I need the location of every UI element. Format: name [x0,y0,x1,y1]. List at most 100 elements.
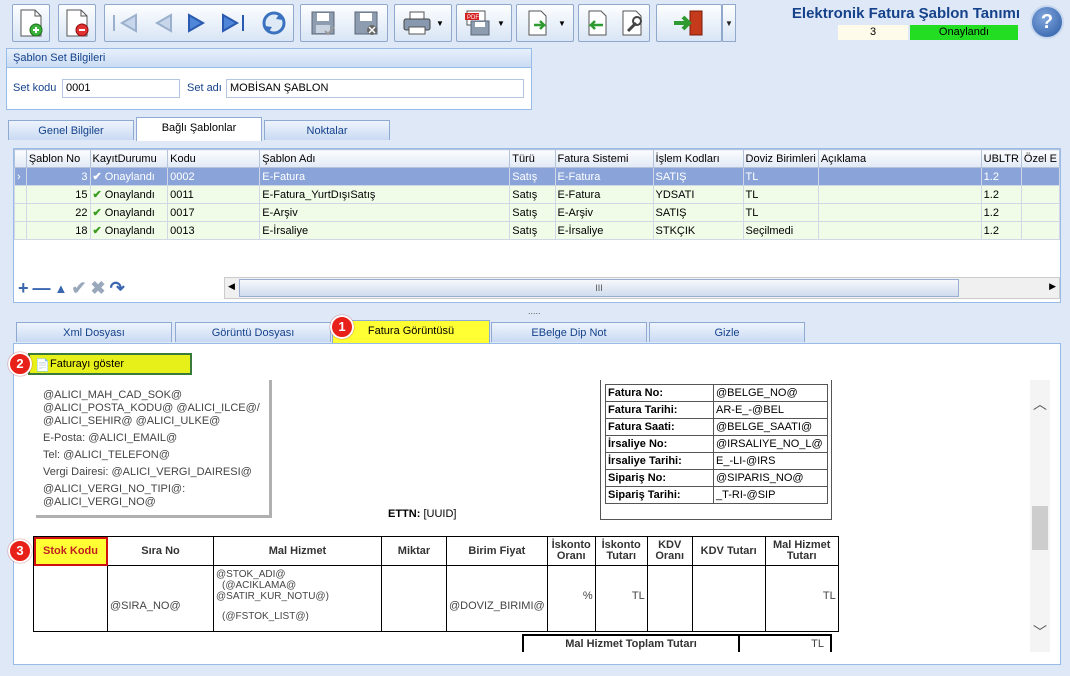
cell-system[interactable]: E-Arşiv [554,203,654,222]
print-button[interactable]: ▼ [394,4,452,42]
cell-no[interactable]: 18 [25,221,91,240]
col-sablon-adi[interactable]: Şablon Adı [259,149,511,168]
cell-code[interactable]: 0011 [167,185,261,204]
table-row[interactable]: 18 ✔ Onaylandı 0013 E-İrsaliye Satış E-İr… [14,221,1060,240]
col-kayit-durumu[interactable]: KayıtDurumu [89,149,169,168]
col-kodu[interactable]: Kodu [167,149,261,168]
cell-status[interactable]: ✔ Onaylandı [89,203,169,222]
cancel-icon[interactable]: ✖ [90,278,105,299]
cell-name[interactable]: E-İrsaliye [259,221,511,240]
exit-dropdown-button[interactable]: ▼ [722,4,736,42]
tab-bagli-sablonlar[interactable]: Bağlı Şablonlar [136,117,262,141]
help-button[interactable]: ? [1030,5,1064,39]
cell-name[interactable]: E-Fatura_YurtDışıSatış [259,185,511,204]
col-sablon-no[interactable]: Şablon No [25,149,91,168]
cell-type[interactable]: Satış [509,203,556,222]
cell-currency[interactable]: TL [742,203,819,222]
tab-noktalar[interactable]: Noktalar [264,120,390,140]
last-record-button[interactable] [219,11,249,35]
settings-button[interactable] [618,9,646,37]
move-up-icon[interactable]: ▲ [55,281,68,296]
table-row[interactable]: 22 ✔ Onaylandı 0017 E-Arşiv Satış E-Arşiv… [14,203,1060,222]
cell-currency[interactable]: Seçilmedi [742,221,819,240]
refresh-button[interactable] [260,9,288,37]
first-record-button[interactable] [110,11,140,35]
scroll-up-icon[interactable]: ︿ [1033,394,1047,414]
cell-no[interactable]: 15 [25,185,91,204]
col-aciklama[interactable]: Açıklama [817,149,982,168]
cell-code[interactable]: 0013 [167,221,261,240]
splitter-grip[interactable]: ..... [528,306,541,316]
col-ubltr[interactable]: UBLTR [980,149,1022,168]
cell-type[interactable]: Satış [509,167,556,186]
col-islem-kodlari[interactable]: İşlem Kodları [652,149,744,168]
col-turu[interactable]: Türü [509,149,556,168]
cell-op[interactable]: STKÇIK [652,221,744,240]
pdf-export-button[interactable]: PDF ▼ [456,4,512,42]
preview-vertical-scrollbar[interactable]: ︿ ﹀ [1030,380,1050,652]
cell-ubl[interactable]: 1.2 [980,221,1022,240]
cell-code[interactable]: 0017 [167,203,261,222]
cell-no[interactable]: 3 [25,167,91,186]
set-code-field[interactable]: 0001 [62,79,180,98]
col-ozel[interactable]: Özel E [1020,149,1060,168]
cell-ozel[interactable] [1020,203,1060,222]
cancel-save-button[interactable] [352,9,380,37]
cell-op[interactable]: YDSATI [652,185,744,204]
cell-currency[interactable]: TL [742,167,819,186]
exit-button[interactable] [656,4,722,42]
import-button[interactable] [583,9,611,37]
add-row-icon[interactable]: + [18,278,29,299]
cell-type[interactable]: Satış [509,185,556,204]
export-button[interactable]: ▼ [516,4,574,42]
col-doviz-birimleri[interactable]: Doviz Birimleri [742,149,819,168]
cell-desc[interactable] [817,203,982,222]
cell-system[interactable]: E-Fatura [554,167,654,186]
save-button[interactable] [309,9,337,37]
cell-ubl[interactable]: 1.2 [980,185,1022,204]
cell-ozel[interactable] [1020,167,1060,186]
cell-status[interactable]: ✔ Onaylandı [89,167,169,186]
tab-goruntu-dosyasi[interactable]: Görüntü Dosyası [175,322,331,342]
tab-genel-bilgiler[interactable]: Genel Bilgiler [8,120,134,140]
cell-op[interactable]: SATIŞ [652,203,744,222]
cell-status[interactable]: ✔ Onaylandı [89,221,169,240]
cell-status[interactable]: ✔ Onaylandı [89,185,169,204]
cell-type[interactable]: Satış [509,221,556,240]
scroll-thumb[interactable]: III [239,279,959,297]
cell-system[interactable]: E-Fatura [554,185,654,204]
cell-code[interactable]: 0002 [167,167,261,186]
new-button[interactable] [12,4,50,42]
delete-button[interactable] [58,4,96,42]
cell-desc[interactable] [817,221,982,240]
tab-ebelge-dip-not[interactable]: EBelge Dip Not [491,322,647,342]
cell-desc[interactable] [817,167,982,186]
confirm-icon[interactable]: ✔ [71,278,86,299]
show-invoice-button[interactable]: 📄 Faturayı göster [28,353,192,375]
scroll-left-icon[interactable]: ◀ [228,281,235,292]
tab-fatura-goruntusu[interactable]: Fatura Görüntüsü [332,320,490,343]
table-row[interactable]: 15 ✔ Onaylandı 0011 E-Fatura_YurtDışıSatı… [14,185,1060,204]
table-row[interactable]: › 3 ✔ Onaylandı 0002 E-Fatura Satış E-Fat… [14,167,1060,186]
cell-system[interactable]: E-İrsaliye [554,221,654,240]
cell-desc[interactable] [817,185,982,204]
cell-ubl[interactable]: 1.2 [980,167,1022,186]
previous-record-button[interactable] [151,11,175,35]
cell-name[interactable]: E-Arşiv [259,203,511,222]
cell-name[interactable]: E-Fatura [259,167,511,186]
scroll-right-icon[interactable]: ▶ [1049,281,1056,292]
cell-ubl[interactable]: 1.2 [980,203,1022,222]
cell-op[interactable]: SATIŞ [652,167,744,186]
tab-xml-dosyasi[interactable]: Xml Dosyası [16,322,172,342]
remove-row-icon[interactable]: — [33,278,51,299]
scroll-thumb[interactable] [1032,506,1048,550]
scroll-down-icon[interactable]: ﹀ [1033,622,1047,642]
set-name-field[interactable]: MOBİSAN ŞABLON [226,79,524,98]
col-fatura-sistemi[interactable]: Fatura Sistemi [554,149,654,168]
next-record-button[interactable] [185,11,209,35]
cell-ozel[interactable] [1020,221,1060,240]
undo-icon[interactable]: ↷ [110,278,125,299]
tab-gizle[interactable]: Gizle [649,322,805,342]
cell-ozel[interactable] [1020,185,1060,204]
grid-horizontal-scrollbar[interactable]: ◀ III ▶ [224,277,1060,299]
